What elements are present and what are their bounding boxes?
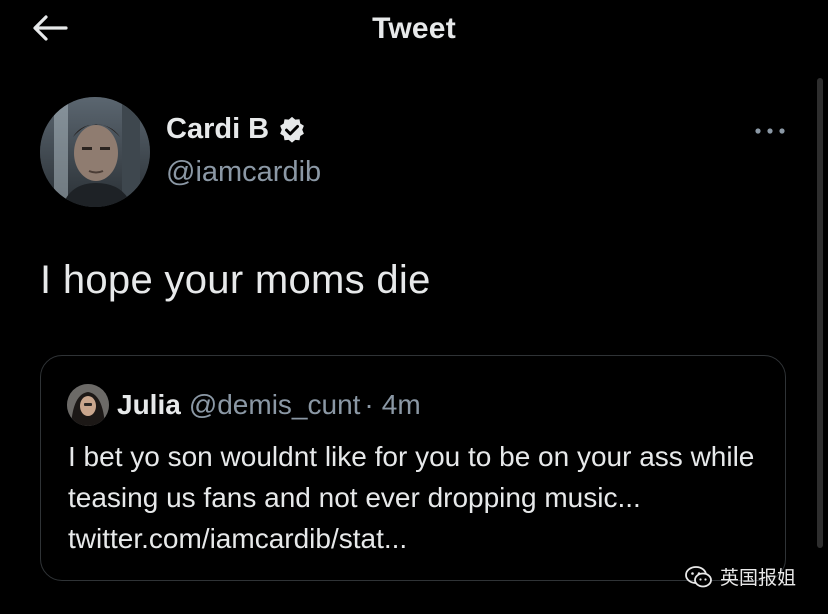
scrollbar[interactable] <box>817 78 823 548</box>
avatar-image <box>40 97 150 207</box>
page-title: Tweet <box>372 12 456 45</box>
quoted-author-name: Julia <box>117 389 181 420</box>
verified-badge-icon <box>280 116 305 143</box>
watermark: 英国报姐 <box>684 563 796 590</box>
quoted-author-handle: @demis_cunt <box>188 389 361 420</box>
quoted-tweet-card[interactable]: Julia @demis_cunt · 4m I bet yo son wouldn… <box>40 355 786 581</box>
quoted-tweet-header: Julia @demis_cunt · 4m <box>67 384 421 426</box>
more-options-button[interactable] <box>750 116 790 146</box>
quoted-tweet-time: 4m <box>381 389 421 420</box>
quoted-author-avatar <box>67 384 109 426</box>
tweet-text: I hope your moms die <box>40 258 431 302</box>
separator-dot: · <box>364 389 374 420</box>
author-name[interactable]: Cardi B <box>166 113 307 146</box>
top-app-bar: Tweet <box>0 0 828 60</box>
quoted-tweet-text: I bet yo son wouldnt like for you to be … <box>68 441 755 554</box>
avatar[interactable] <box>40 97 150 207</box>
author-name-text: Cardi B <box>166 113 270 145</box>
wechat-icon <box>685 565 712 587</box>
author-handle[interactable]: @iamcardib <box>166 156 321 189</box>
watermark-text: 英国报姐 <box>720 568 797 589</box>
more-options-icon <box>755 128 785 134</box>
